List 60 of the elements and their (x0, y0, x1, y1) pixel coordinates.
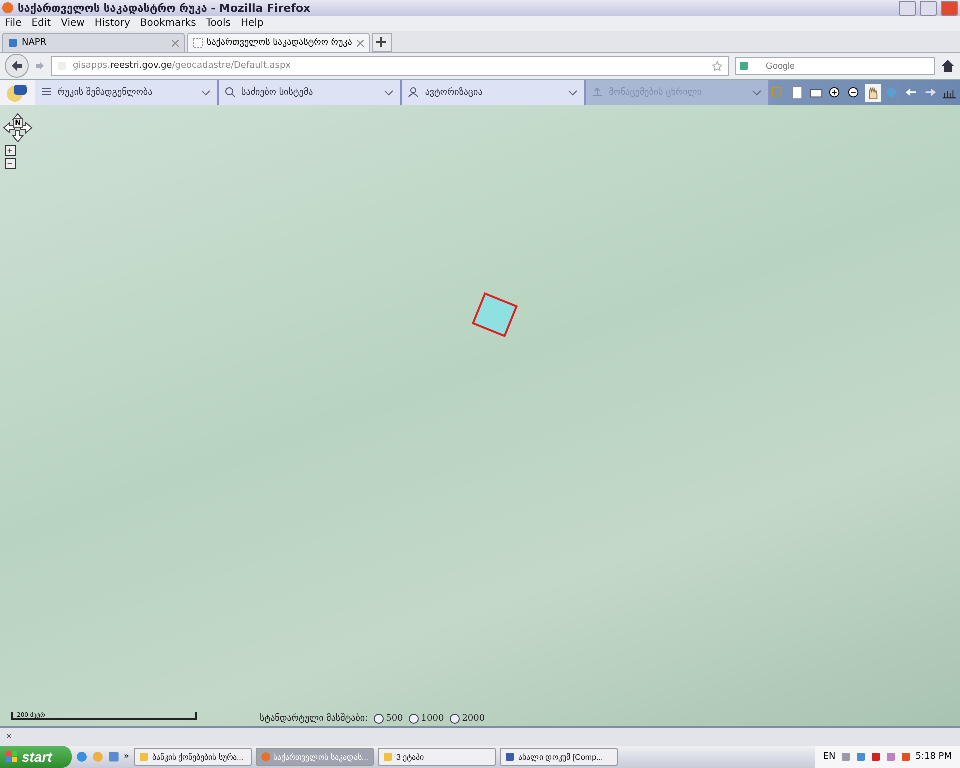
scale-radio[interactable]: 500 (374, 714, 404, 724)
address-field[interactable]: gisapps.reestri.gov.ge/geocadastre/Default.aspx (51, 56, 729, 76)
clock: 5:18 PM (916, 752, 952, 762)
search-field[interactable]: Google (735, 57, 935, 75)
user-icon (408, 87, 420, 98)
logo-icon (6, 82, 28, 102)
tray-icon (870, 752, 881, 762)
scale-label: სტანდარტული მასშტაბი: (260, 714, 368, 724)
bookmark-star-icon[interactable] (712, 60, 723, 72)
plus-icon (373, 34, 389, 50)
restore-button[interactable] (920, 0, 937, 16)
tray-icon (886, 752, 896, 762)
menu-item[interactable]: Edit (32, 18, 52, 29)
blank-page-icon (193, 38, 203, 48)
minimize-button[interactable] (899, 0, 916, 16)
chevron-icon (752, 88, 762, 96)
windows-logo-icon (6, 751, 18, 763)
upload-icon (592, 87, 604, 98)
tray-icon (840, 752, 851, 762)
search-icon (224, 87, 236, 98)
panel-menu[interactable]: რუკის შემადგენლობა (34, 80, 219, 105)
menu-item[interactable]: Bookmarks (140, 18, 196, 29)
zoom-in-icon (828, 86, 842, 100)
site-logo-icon (8, 38, 18, 48)
forward-arrow-icon[interactable] (35, 61, 45, 71)
browser-tab[interactable]: NAPR (2, 33, 185, 52)
panel-menu[interactable]: ავტორიზაცია (402, 80, 586, 105)
list-icon (40, 87, 52, 98)
tray-icon (856, 752, 866, 762)
chevron-icon (568, 88, 578, 96)
close-icon[interactable] (172, 40, 179, 46)
menu-item[interactable]: Tools (206, 18, 231, 29)
pan-arrows-icon[interactable] (3, 113, 33, 143)
home-icon[interactable] (941, 59, 955, 73)
menu-item[interactable]: File (5, 18, 22, 29)
close-button[interactable]: × (6, 731, 12, 743)
taskbar-button[interactable]: ახალი დოკუმ [Comp... (500, 748, 618, 766)
scale-radio[interactable]: 1000 (409, 714, 444, 724)
close-button[interactable] (941, 0, 958, 16)
new-tab-button[interactable] (372, 33, 392, 52)
chevron-icon (384, 88, 394, 96)
tray-icon (900, 752, 911, 762)
zoom-out-icon (846, 86, 861, 100)
window-title: საქართველოს საკადასტრო რუკა - Mozilla Firefox (18, 2, 312, 14)
more-icon[interactable]: » (124, 752, 130, 762)
taskbar-button[interactable]: ბანკის ქონებების სურა... (134, 748, 252, 766)
panel-menu[interactable]: საძიებო სისტემა (218, 80, 402, 105)
taskbar-button[interactable]: 3 ეტაპი (378, 748, 496, 766)
back-button[interactable] (5, 54, 29, 78)
zoom-out-button[interactable]: − (4, 158, 16, 169)
scale-radio[interactable]: 2000 (450, 714, 486, 724)
menu-item[interactable]: View (61, 18, 85, 29)
zoom-in-button[interactable]: + (4, 145, 16, 156)
menu-item[interactable]: Help (240, 18, 264, 29)
menu-item[interactable]: History (94, 18, 130, 29)
close-icon[interactable] (357, 40, 364, 46)
back-arrow-icon (11, 60, 23, 72)
chevron-icon (200, 88, 211, 96)
app-icon (108, 751, 120, 763)
language-indicator[interactable]: EN (823, 752, 836, 762)
